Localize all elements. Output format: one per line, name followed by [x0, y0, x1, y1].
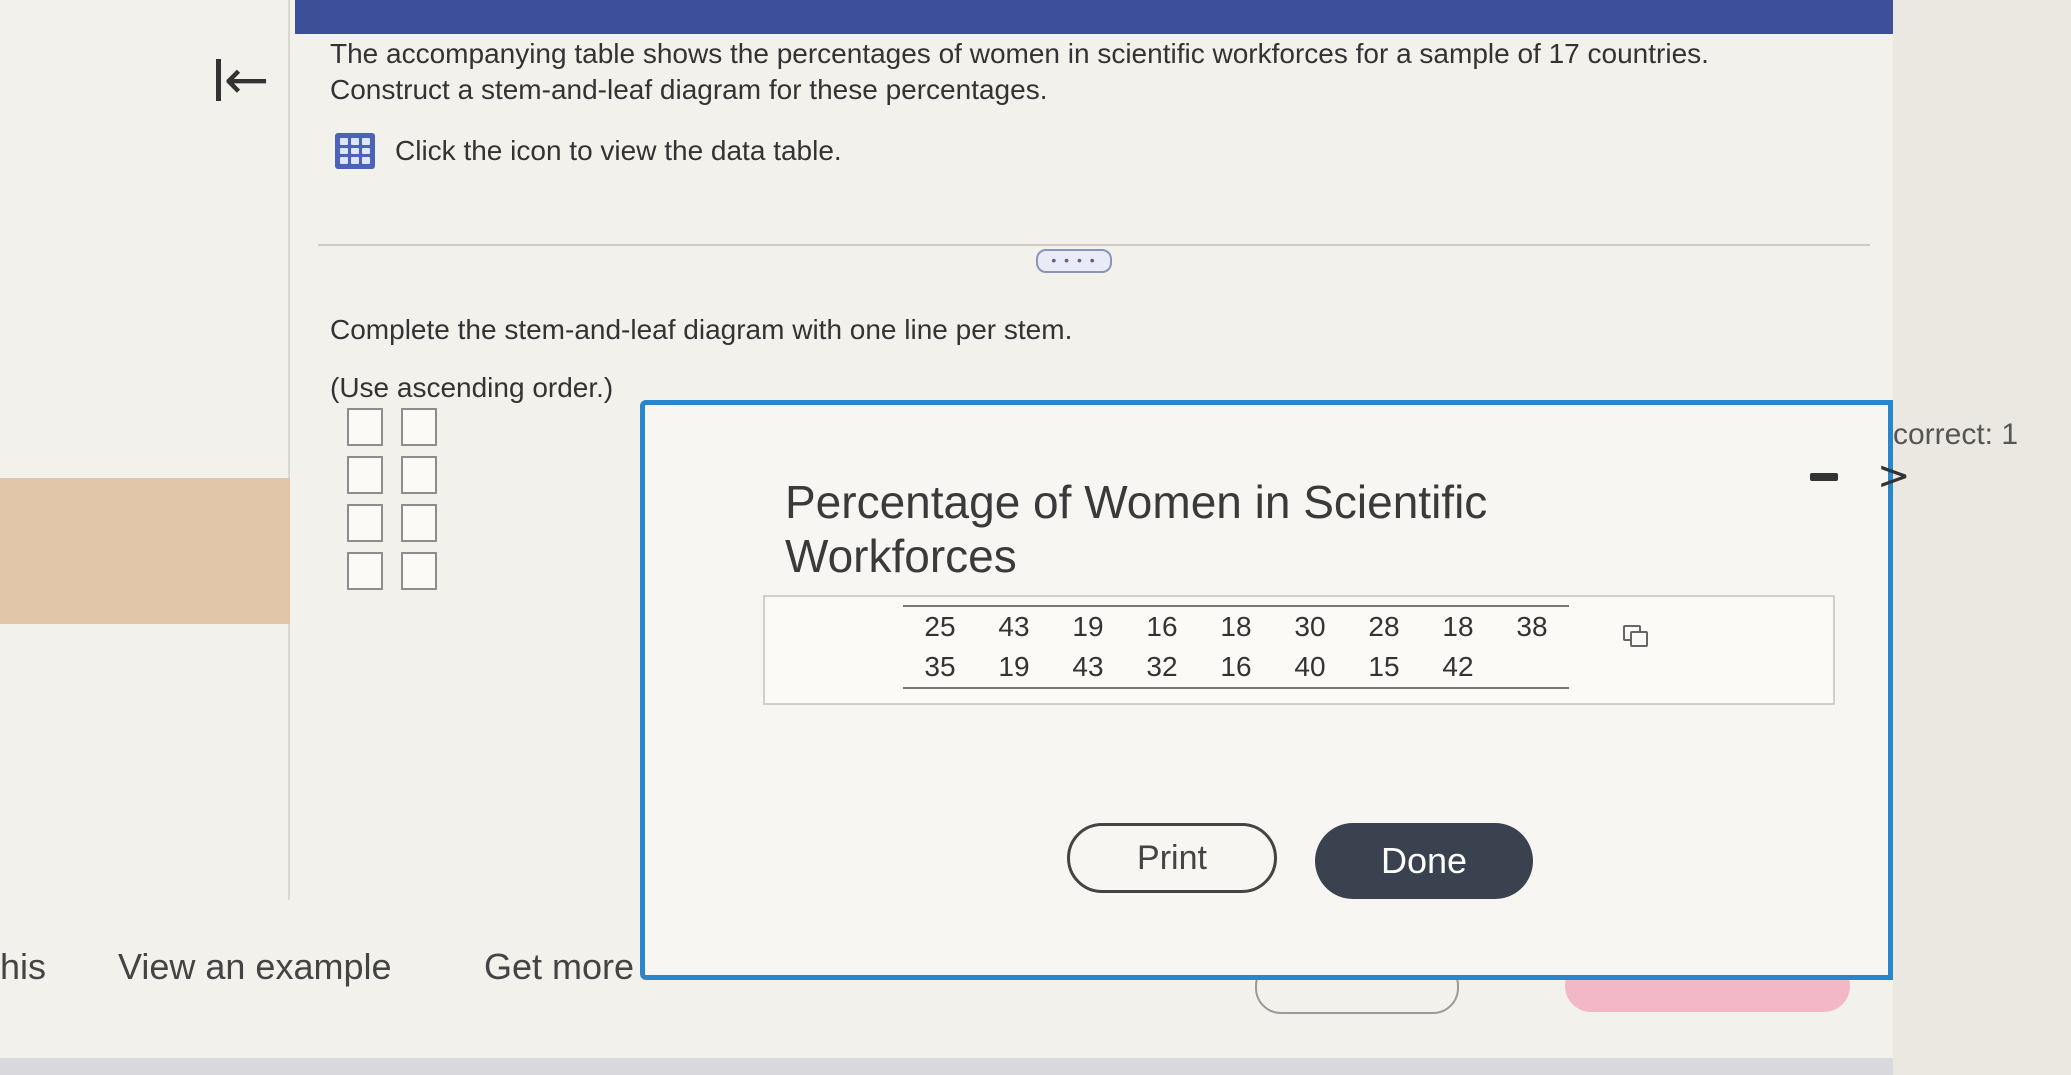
data-table-link-label[interactable]: Click the icon to view the data table. [395, 135, 842, 167]
left-panel-highlight [0, 478, 290, 624]
data-table-frame: 25 43 19 16 18 30 28 18 38 35 19 43 32 1… [763, 595, 1835, 705]
section-divider [318, 244, 1870, 246]
leaf-input-2[interactable] [401, 456, 437, 494]
table-cell: 16 [1220, 651, 1252, 682]
table-cell: 18 [1220, 611, 1252, 642]
table-cell: 35 [924, 651, 956, 682]
leaf-input-4[interactable] [401, 552, 437, 590]
partial-link[interactable]: his [0, 946, 46, 988]
table-cell: 43 [1072, 651, 1104, 682]
table-cell [1495, 647, 1569, 688]
table-row: 35 19 43 32 16 40 15 42 [903, 647, 1569, 688]
left-column-separator [288, 0, 290, 900]
right-side-area [1893, 0, 2071, 1075]
stem-input-2[interactable] [347, 456, 383, 494]
table-cell: 25 [924, 611, 956, 642]
table-cell: 19 [998, 651, 1030, 682]
question-line-2: Construct a stem-and-leaf diagram for th… [330, 74, 1048, 105]
table-cell: 32 [1146, 651, 1178, 682]
copy-icon[interactable] [1623, 625, 1648, 647]
back-to-start-icon[interactable]: ← [210, 53, 270, 107]
instruction-text: Complete the stem-and-leaf diagram with … [330, 314, 1073, 345]
bottom-band [0, 1058, 1893, 1075]
table-cell: 18 [1442, 611, 1474, 642]
done-button[interactable]: Done [1315, 823, 1533, 899]
data-table: 25 43 19 16 18 30 28 18 38 35 19 43 32 1… [903, 605, 1569, 689]
table-cell: 28 [1368, 611, 1400, 642]
table-cell: 15 [1368, 651, 1400, 682]
table-cell: 16 [1146, 611, 1178, 642]
stem-input-3[interactable] [347, 504, 383, 542]
chevron-right-icon[interactable]: > [1877, 453, 1911, 499]
leaf-input-1[interactable] [401, 408, 437, 446]
leaf-input-3[interactable] [401, 504, 437, 542]
get-more-help-link[interactable]: Get more [484, 946, 634, 988]
stem-input-1[interactable] [347, 408, 383, 446]
data-table-dialog: Percentage of Women in Scientific Workfo… [640, 400, 1911, 980]
data-table-link[interactable]: Click the icon to view the data table. [335, 133, 842, 169]
view-example-link[interactable]: View an example [118, 946, 392, 988]
question-text: The accompanying table shows the percent… [330, 36, 1780, 108]
print-button[interactable]: Print [1067, 823, 1277, 893]
hint-text: (Use ascending order.) [330, 372, 614, 403]
table-cell: 43 [998, 611, 1030, 642]
stem-leaf-input-grid [347, 408, 441, 590]
dialog-title: Percentage of Women in Scientific Workfo… [785, 476, 1488, 582]
table-row: 25 43 19 16 18 30 28 18 38 [903, 606, 1569, 647]
minimize-icon[interactable] [1810, 473, 1838, 481]
question-line-1: The accompanying table shows the percent… [330, 38, 1709, 69]
table-cell: 42 [1442, 651, 1474, 682]
table-cell: 19 [1072, 611, 1104, 642]
stem-input-4[interactable] [347, 552, 383, 590]
data-table-icon[interactable] [335, 133, 375, 169]
top-bar [295, 0, 1893, 34]
table-cell: 30 [1294, 611, 1326, 642]
table-cell: 38 [1516, 611, 1548, 642]
correct-count: correct: 1 [1893, 418, 2019, 451]
table-cell: 40 [1294, 651, 1326, 682]
expand-more-button[interactable]: • • • • [1036, 249, 1112, 273]
